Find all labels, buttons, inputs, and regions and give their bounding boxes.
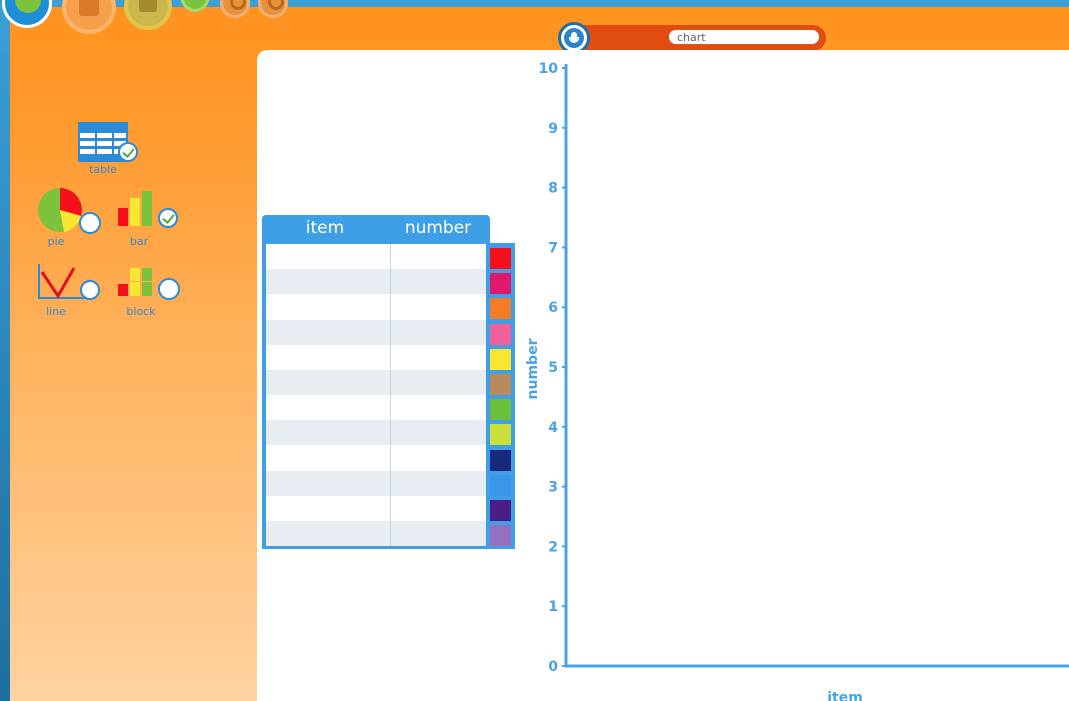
y-tick-label: 7 — [548, 240, 558, 256]
bar-chart: 0 1 2 3 4 5 6 7 8 9 10 number item — [525, 61, 1069, 701]
y-tick-label: 1 — [548, 599, 558, 615]
y-tick-label: 8 — [548, 181, 558, 197]
y-tick-label: 6 — [548, 300, 558, 316]
x-axis-label: item — [827, 690, 863, 701]
y-tick-label: 2 — [548, 539, 558, 555]
y-tick-label: 0 — [548, 659, 558, 675]
y-tick-label: 9 — [548, 121, 558, 137]
y-tick-label: 10 — [539, 61, 559, 77]
y-tick-label: 4 — [548, 420, 558, 436]
y-tick-label: 3 — [548, 480, 558, 496]
y-axis-label: number — [525, 338, 541, 399]
y-tick-label: 5 — [548, 360, 558, 376]
